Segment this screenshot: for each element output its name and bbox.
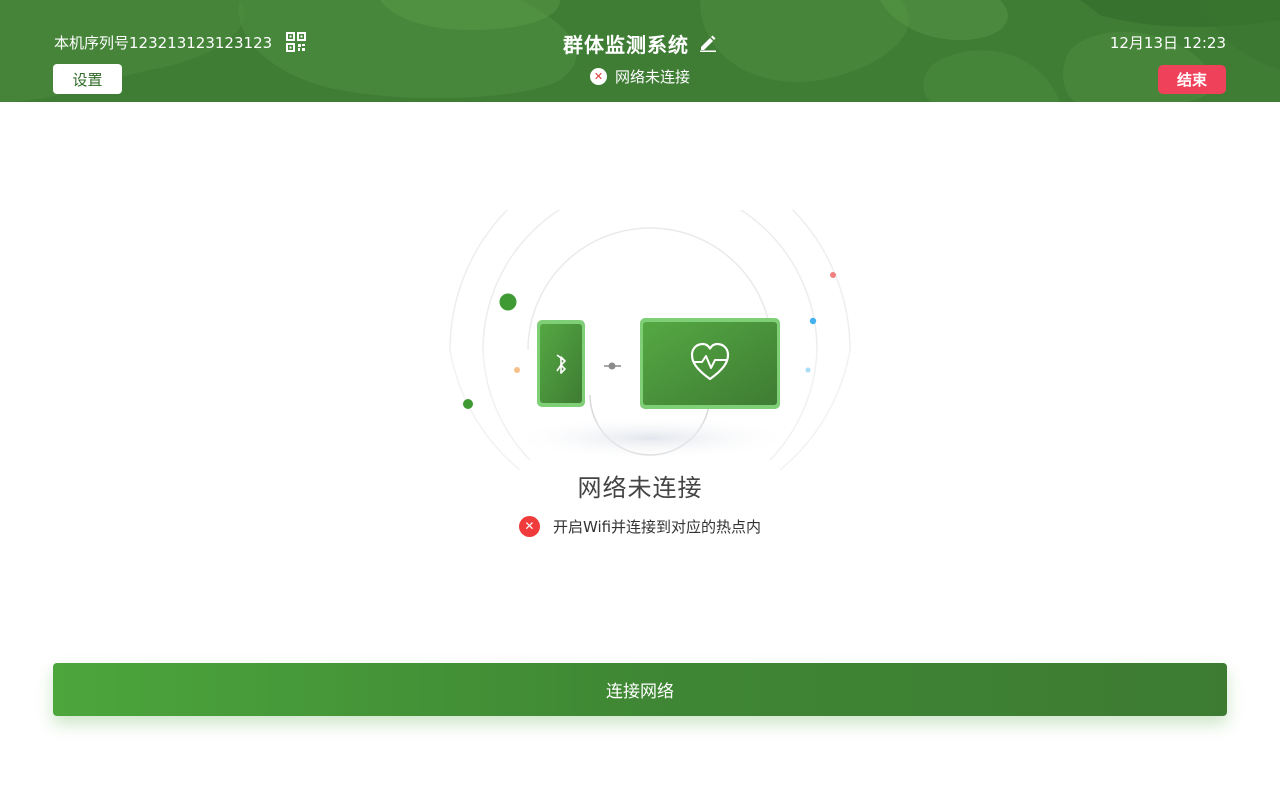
monitor-device xyxy=(640,318,780,409)
hint-row: ✕ 开启Wifi并连接到对应的热点内 xyxy=(0,515,1280,537)
edit-pencil-icon[interactable] xyxy=(699,34,717,52)
end-button[interactable]: 结束 xyxy=(1158,65,1226,94)
link-dots-icon xyxy=(604,362,621,370)
title-bar: 群体监测系统 xyxy=(0,30,1280,57)
page-title: 群体监测系统 xyxy=(563,32,689,57)
status-message: 网络未连接 xyxy=(577,474,703,502)
phone-device xyxy=(537,320,585,407)
close-circle-icon: ✕ xyxy=(589,67,607,85)
network-status-label: 网络未连接 xyxy=(614,67,690,86)
hint-text: 开启Wifi并连接到对应的热点内 xyxy=(552,517,762,536)
app-header: 本机序列号123213123123123 设置 群体监测系统 ✕ 网络未连接 1… xyxy=(0,0,1280,102)
datetime: 12月13日 12:23 xyxy=(1109,33,1226,52)
connect-network-button[interactable]: 连接网络 xyxy=(53,663,1227,716)
error-icon: ✕ xyxy=(518,515,540,537)
network-illustration xyxy=(440,149,860,471)
network-status: ✕ 网络未连接 xyxy=(0,66,1280,86)
illustration-graphic xyxy=(449,149,851,471)
